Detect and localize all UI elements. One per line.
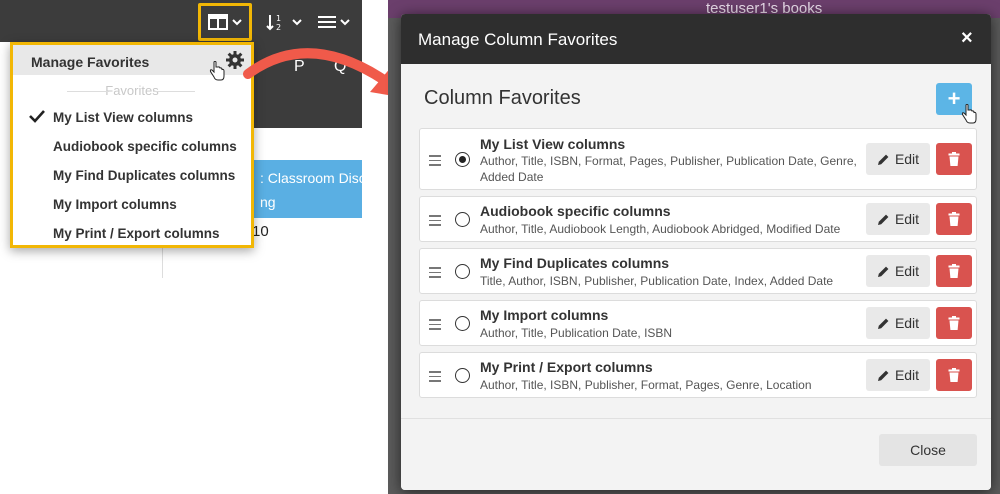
favorite-row-import: My Import columns Author, Title, Publica… (419, 300, 977, 346)
favorite-item-list-view[interactable]: My List View columns (13, 103, 251, 131)
trash-icon (948, 212, 960, 226)
close-icon[interactable]: × (961, 27, 973, 50)
sort-button[interactable]: 1 2 (266, 8, 302, 36)
favorite-name: My List View columns (480, 136, 626, 152)
trash-icon (948, 316, 960, 330)
chevron-down-icon (292, 19, 302, 26)
drag-handle-icon[interactable] (429, 319, 441, 333)
favorite-item-find-duplicates[interactable]: My Find Duplicates columns (13, 161, 251, 189)
favorite-item-label: My Import columns (53, 196, 177, 212)
delete-button[interactable] (936, 143, 972, 175)
delete-button[interactable] (936, 307, 972, 339)
edit-button[interactable]: Edit (866, 359, 930, 391)
favorites-section-label: Favorites (13, 83, 251, 98)
chevron-down-icon (232, 19, 242, 26)
favorite-columns: Author, Title, Publication Date, ISBN (480, 326, 673, 340)
favorite-item-label: My List View columns (53, 109, 194, 125)
favorites-dropdown: Manage Favorites Favorites My List View … (10, 42, 254, 248)
checkmark-icon (29, 110, 45, 123)
favorite-item-print-export[interactable]: My Print / Export columns (13, 219, 251, 247)
favorite-radio[interactable] (455, 212, 470, 227)
close-button[interactable]: Close (879, 434, 977, 466)
favorite-item-label: My Print / Export columns (53, 225, 220, 241)
favorite-item-label: Audiobook specific columns (53, 138, 237, 154)
edit-label: Edit (894, 315, 920, 331)
edit-button[interactable]: Edit (866, 255, 930, 287)
sort-icon: 1 2 (266, 14, 281, 31)
favorite-columns: Author, Title, ISBN, Format, Pages, Publ… (480, 154, 857, 184)
favorite-row-print-export: My Print / Export columns Author, Title,… (419, 352, 977, 398)
edit-label: Edit (894, 367, 920, 383)
delete-button[interactable] (936, 203, 972, 235)
favorite-item-label: My Find Duplicates columns (53, 167, 236, 183)
hand-pointer-icon (961, 104, 977, 124)
favorite-row-audiobook: Audiobook specific columns Author, Title… (419, 196, 977, 242)
table-divider (162, 248, 163, 278)
favorite-columns: Title, Author, ISBN, Publisher, Publicat… (480, 274, 834, 288)
columns-icon (208, 14, 228, 30)
edit-label: Edit (894, 151, 920, 167)
trash-icon (948, 152, 960, 166)
favorite-row-list-view: My List View columns Author, Title, ISBN… (419, 128, 977, 190)
edit-label: Edit (894, 263, 920, 279)
hand-pointer-icon (209, 61, 225, 81)
hamburger-icon (318, 16, 336, 28)
drag-handle-icon[interactable] (429, 155, 441, 169)
pencil-icon (877, 154, 889, 165)
favorite-name: Audiobook specific columns (480, 203, 671, 219)
trash-icon (948, 368, 960, 382)
favorite-name: My Print / Export columns (480, 359, 653, 375)
drag-handle-icon[interactable] (429, 267, 441, 281)
svg-text:1: 1 (276, 14, 281, 23)
pencil-icon (877, 214, 889, 225)
delete-button[interactable] (936, 255, 972, 287)
drag-handle-icon[interactable] (429, 215, 441, 229)
favorite-radio[interactable] (455, 264, 470, 279)
svg-text:2: 2 (276, 23, 281, 31)
favorite-name: My Import columns (480, 307, 609, 323)
favorite-radio[interactable] (455, 368, 470, 383)
favorite-name: My Find Duplicates columns (480, 255, 670, 271)
favorite-columns: Author, Title, ISBN, Publisher, Format, … (480, 378, 812, 392)
chevron-down-icon (340, 19, 350, 26)
favorite-item-audiobook[interactable]: Audiobook specific columns (13, 132, 251, 160)
section-title: Column Favorites (424, 87, 581, 109)
trash-icon (948, 264, 960, 278)
pencil-icon (877, 266, 889, 277)
pencil-icon (877, 318, 889, 329)
table-cell-value: 10 (252, 223, 269, 240)
edit-label: Edit (894, 211, 920, 227)
favorite-item-import[interactable]: My Import columns (13, 190, 251, 218)
callout-arrow-icon (243, 48, 406, 98)
favorite-row-find-duplicates: My Find Duplicates columns Title, Author… (419, 248, 977, 294)
menu-button[interactable] (318, 8, 350, 36)
manage-column-favorites-modal: Manage Column Favorites × Column Favorit… (401, 14, 991, 490)
selected-row-text-line1: : Classroom Disco (260, 170, 374, 186)
favorite-columns: Author, Title, Audiobook Length, Audiobo… (480, 222, 841, 236)
edit-button[interactable]: Edit (866, 143, 930, 175)
edit-button[interactable]: Edit (866, 203, 930, 235)
delete-button[interactable] (936, 359, 972, 391)
modal-header: Manage Column Favorites × (401, 14, 991, 64)
drag-handle-icon[interactable] (429, 371, 441, 385)
pencil-icon (877, 370, 889, 381)
modal-title: Manage Column Favorites (418, 30, 618, 49)
favorite-radio[interactable] (455, 316, 470, 331)
edit-button[interactable]: Edit (866, 307, 930, 339)
favorite-radio-selected[interactable] (455, 152, 470, 167)
selected-row-text-line2: ng (260, 194, 276, 210)
